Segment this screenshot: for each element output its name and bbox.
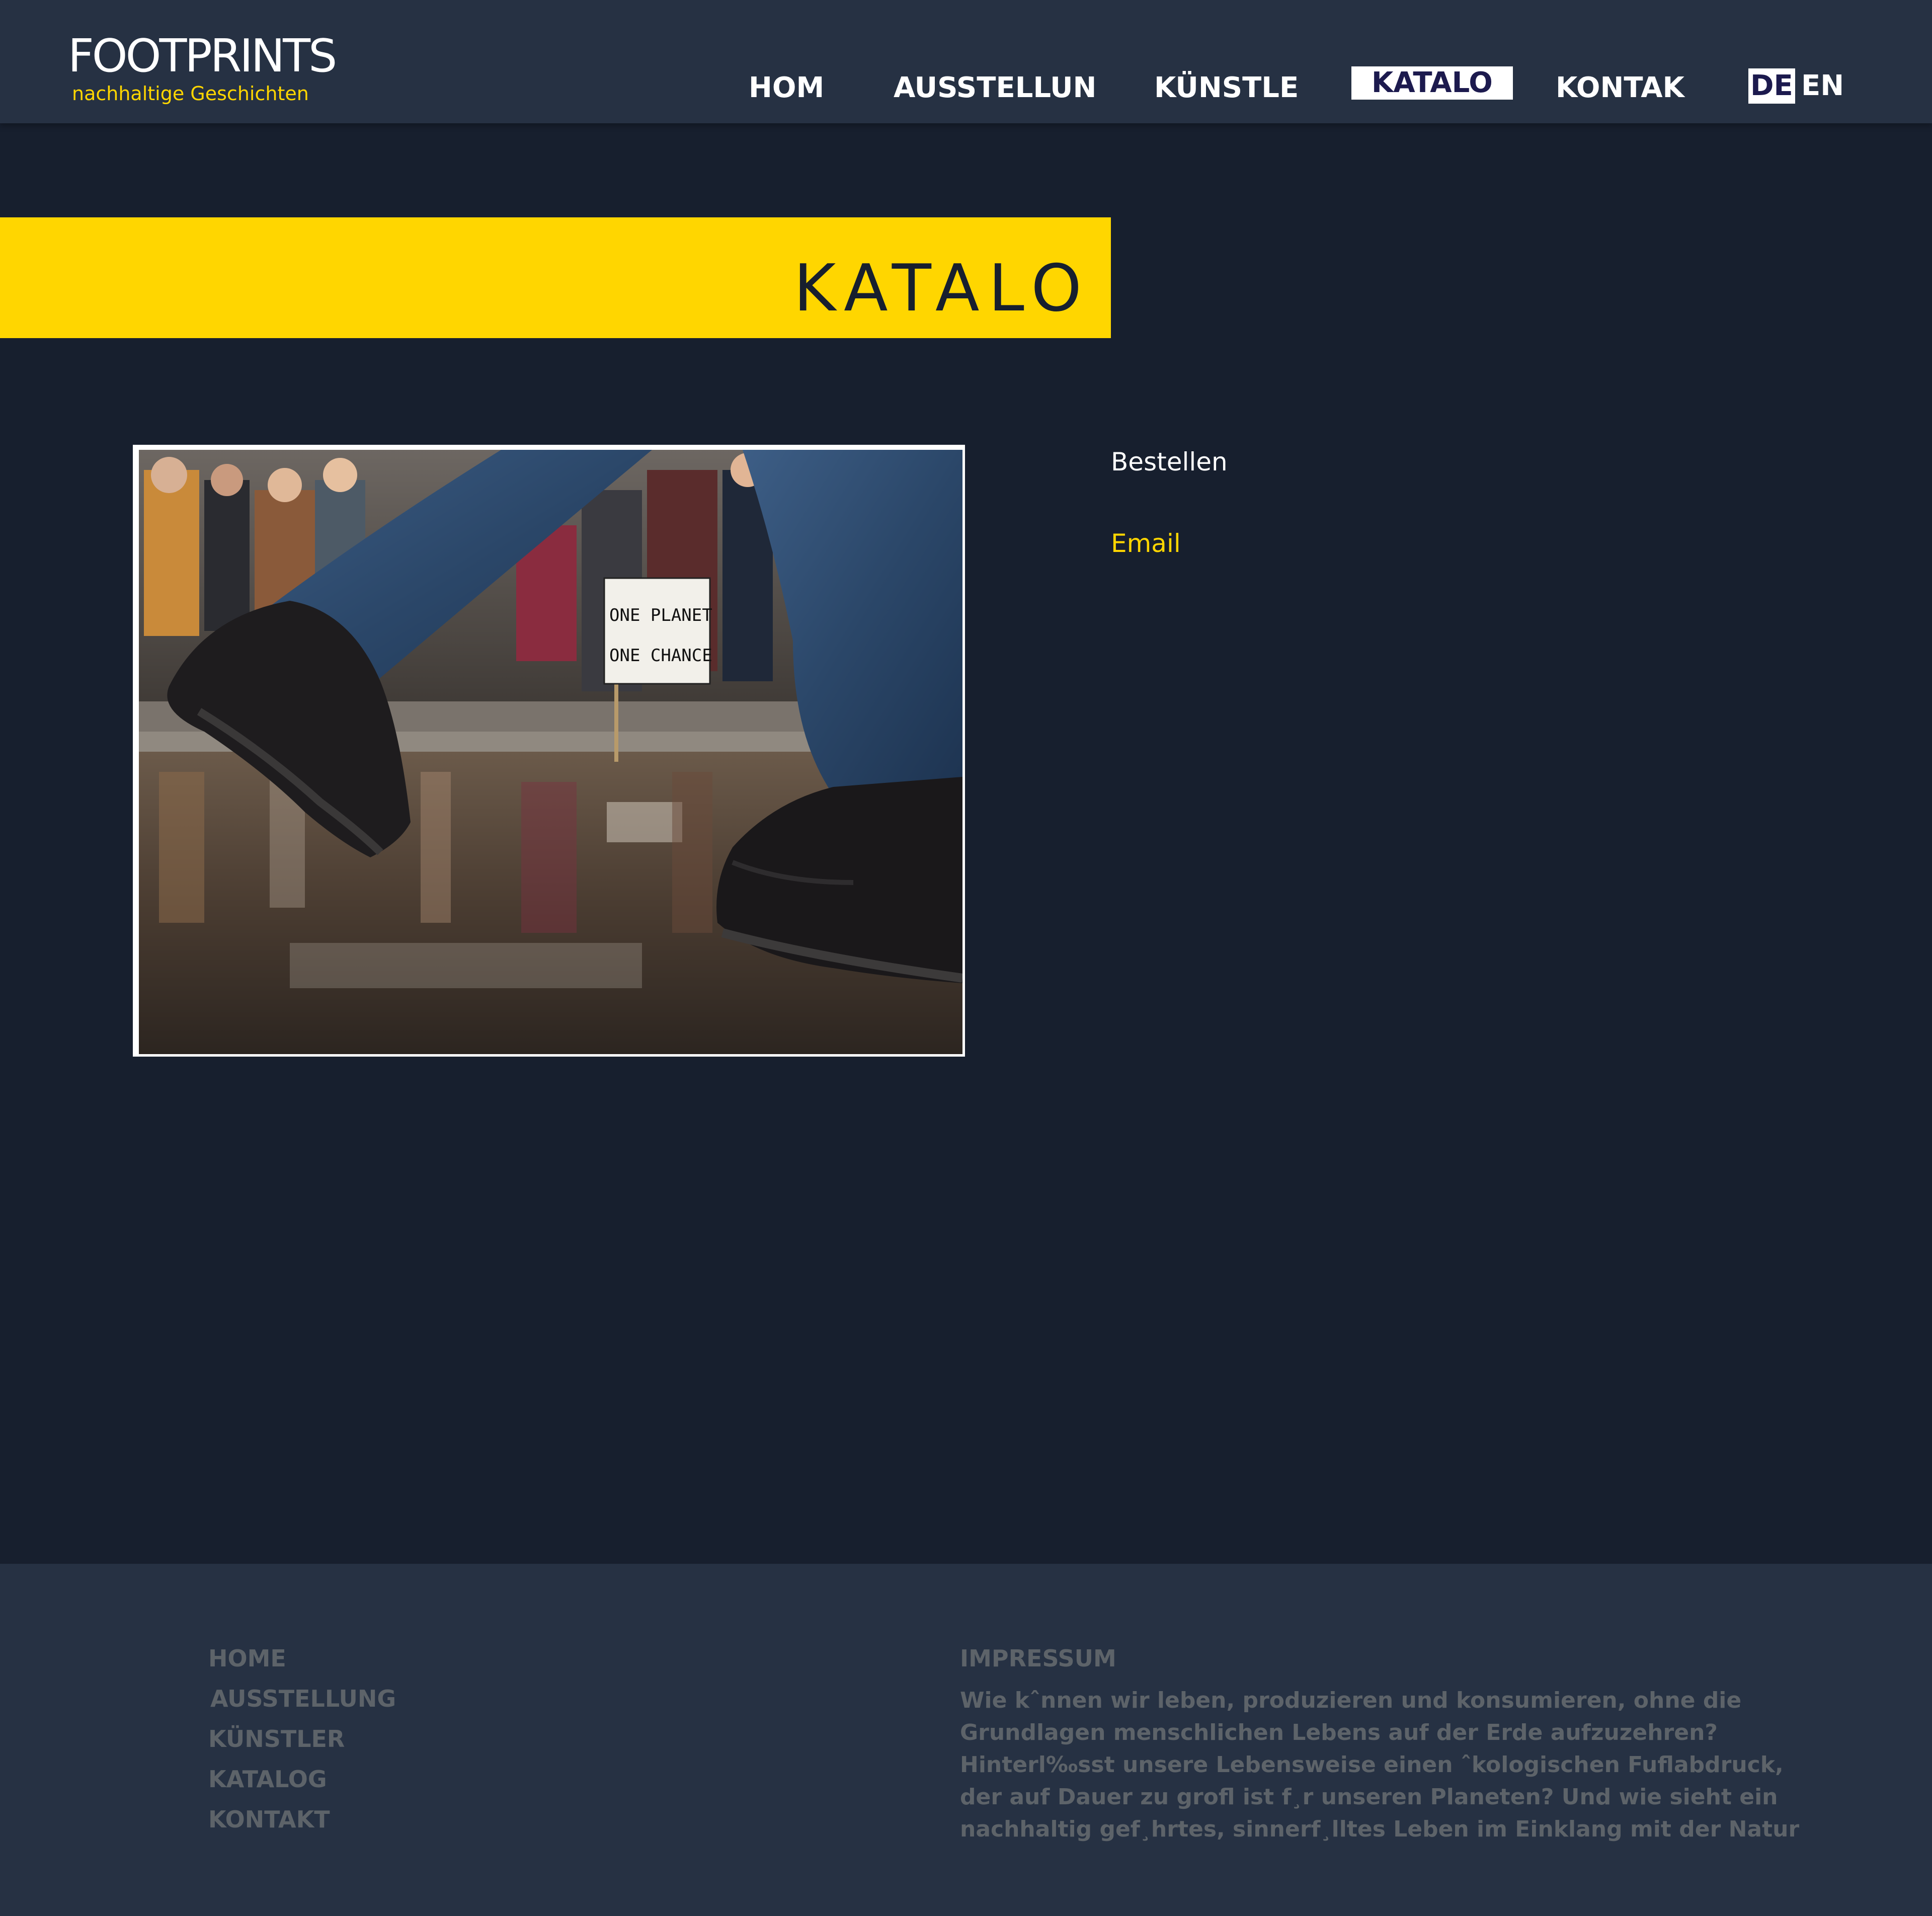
impressum-heading[interactable]: IMPRESSUM (960, 1644, 1116, 1672)
nav-item-kuenstler[interactable]: KÜNSTLE (1154, 70, 1299, 106)
nav-item-home[interactable]: HOM (749, 70, 824, 106)
footer-link-kontakt[interactable]: KONTAKT (208, 1805, 330, 1833)
catalog-photo-image: ONE PLANET ONE CHANCE (139, 450, 962, 1054)
site-footer: HOME AUSSTELLUNG KÜNSTLER KATALOG KONTAK… (0, 1564, 1932, 1916)
impressum-line: nachhaltig gef¸hrtes, sinnerf¸lltes Lebe… (960, 1816, 1800, 1842)
footer-link-kuenstler[interactable]: KÜNSTLER (208, 1725, 345, 1753)
impressum-line: Grundlagen menschlichen Lebens auf der E… (960, 1720, 1718, 1745)
sign-line-2: ONE CHANCE (609, 646, 712, 666)
nav-item-katalog[interactable]: KATALO (1351, 66, 1513, 100)
site-header: FOOTPRINTS nachhaltige Geschichten HOM A… (0, 0, 1932, 123)
order-email-link[interactable]: Email (1111, 527, 1181, 560)
lang-en-button[interactable]: EN (1801, 68, 1844, 104)
impressum-text: Wie kˆnnen wir leben, produzieren und ko… (960, 1685, 1800, 1846)
page-title: KATALO (793, 251, 1091, 326)
impressum-line: Hinterl‰sst unsere Lebensweise einen ˆko… (960, 1752, 1784, 1778)
nav-item-ausstellung[interactable]: AUSSTELLUN (894, 70, 1096, 106)
sign-line-1: ONE PLANET (609, 605, 712, 625)
nav-item-kontakt[interactable]: KONTAK (1556, 70, 1684, 106)
impressum-line: Wie kˆnnen wir leben, produzieren und ko… (960, 1688, 1742, 1713)
impressum-line: der auf Dauer zu grofl ist f¸r unseren P… (960, 1784, 1778, 1810)
footer-link-home[interactable]: HOME (208, 1644, 286, 1672)
catalog-photo: ONE PLANET ONE CHANCE (133, 445, 965, 1057)
order-label: Bestellen (1111, 447, 1228, 476)
site-logo[interactable]: FOOTPRINTS nachhaltige Geschichten (68, 30, 337, 105)
page: FOOTPRINTS nachhaltige Geschichten HOM A… (0, 0, 1932, 1916)
lang-de-button[interactable]: DE (1748, 68, 1795, 104)
footer-link-katalog[interactable]: KATALOG (208, 1765, 327, 1793)
logo-subtitle: nachhaltige Geschichten (72, 83, 309, 105)
page-title-banner: KATALO (0, 217, 1111, 338)
footer-link-ausstellung[interactable]: AUSSTELLUNG (210, 1685, 396, 1713)
logo-title: FOOTPRINTS (68, 30, 337, 83)
